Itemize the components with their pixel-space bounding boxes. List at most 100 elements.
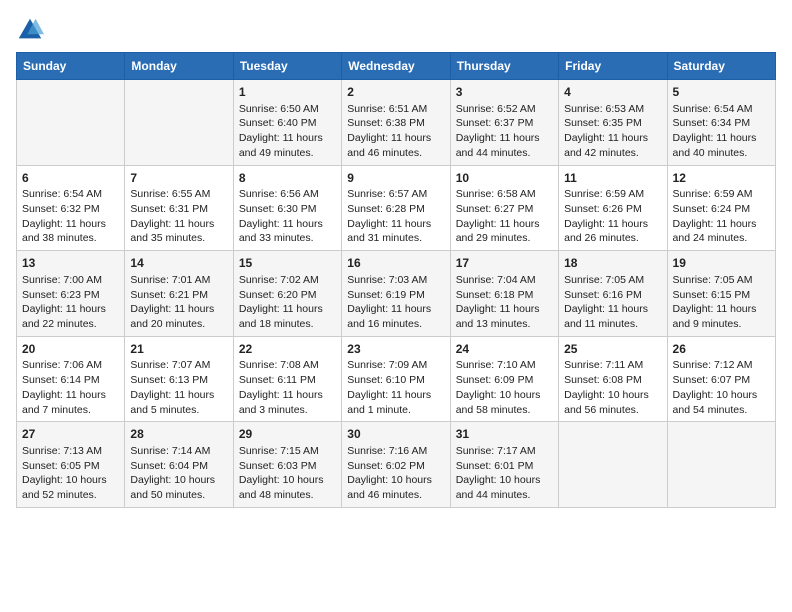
day-number: 7 [130, 170, 227, 187]
calendar-cell: 10Sunrise: 6:58 AMSunset: 6:27 PMDayligh… [450, 165, 558, 251]
day-info: Daylight: 11 hours and 13 minutes. [456, 302, 553, 331]
day-info: Sunset: 6:20 PM [239, 288, 336, 303]
day-number: 17 [456, 255, 553, 272]
calendar-cell: 31Sunrise: 7:17 AMSunset: 6:01 PMDayligh… [450, 422, 558, 508]
day-number: 9 [347, 170, 444, 187]
calendar-cell: 21Sunrise: 7:07 AMSunset: 6:13 PMDayligh… [125, 336, 233, 422]
day-number: 30 [347, 426, 444, 443]
calendar-table: SundayMondayTuesdayWednesdayThursdayFrid… [16, 52, 776, 508]
day-number: 1 [239, 84, 336, 101]
day-info: Daylight: 11 hours and 44 minutes. [456, 131, 553, 160]
calendar-week-3: 13Sunrise: 7:00 AMSunset: 6:23 PM Dayligh… [17, 251, 776, 337]
day-info: Daylight: 11 hours and 46 minutes. [347, 131, 444, 160]
day-info: Sunset: 6:01 PM [456, 459, 553, 474]
day-info: Sunrise: 7:15 AM [239, 444, 336, 459]
day-info: Daylight: 10 hours and 44 minutes. [456, 473, 553, 502]
calendar-week-2: 6Sunrise: 6:54 AMSunset: 6:32 PMDaylight… [17, 165, 776, 251]
header-thursday: Thursday [450, 53, 558, 80]
day-info: Sunset: 6:18 PM [456, 288, 553, 303]
day-info: Sunrise: 6:58 AM [456, 187, 553, 202]
day-info: Sunset: 6:08 PM [564, 373, 661, 388]
calendar-cell: 9Sunrise: 6:57 AMSunset: 6:28 PMDaylight… [342, 165, 450, 251]
day-info: Sunrise: 7:16 AM [347, 444, 444, 459]
header-tuesday: Tuesday [233, 53, 341, 80]
day-info: Sunset: 6:23 PM [22, 288, 119, 303]
day-number: 3 [456, 84, 553, 101]
day-info: Daylight: 11 hours and 16 minutes. [347, 302, 444, 331]
day-info: Daylight: 11 hours and 35 minutes. [130, 217, 227, 246]
day-info: Sunrise: 6:54 AM [673, 102, 770, 117]
day-number: 5 [673, 84, 770, 101]
logo [16, 16, 48, 44]
day-info: Sunset: 6:03 PM [239, 459, 336, 474]
day-info: Sunrise: 7:17 AM [456, 444, 553, 459]
day-info: Daylight: 11 hours and 40 minutes. [673, 131, 770, 160]
day-info: Sunrise: 7:11 AM [564, 358, 661, 373]
calendar-cell: 25Sunrise: 7:11 AMSunset: 6:08 PMDayligh… [559, 336, 667, 422]
day-info: Sunset: 6:28 PM [347, 202, 444, 217]
day-info: Sunset: 6:31 PM [130, 202, 227, 217]
day-info: Sunset: 6:27 PM [456, 202, 553, 217]
day-info: Daylight: 11 hours and 20 minutes. [130, 302, 227, 331]
day-info: Daylight: 11 hours and 7 minutes. [22, 388, 119, 417]
day-number: 11 [564, 170, 661, 187]
day-info: Sunset: 6:30 PM [239, 202, 336, 217]
day-info: Sunrise: 6:52 AM [456, 102, 553, 117]
day-info: Sunset: 6:16 PM [564, 288, 661, 303]
day-info: Daylight: 11 hours and 18 minutes. [239, 302, 336, 331]
day-info: Sunset: 6:13 PM [130, 373, 227, 388]
day-info: Sunrise: 7:05 AM [564, 273, 661, 288]
calendar-cell: 17Sunrise: 7:04 AMSunset: 6:18 PMDayligh… [450, 251, 558, 337]
day-info: Daylight: 10 hours and 50 minutes. [130, 473, 227, 502]
calendar-cell: 7Sunrise: 6:55 AMSunset: 6:31 PMDaylight… [125, 165, 233, 251]
day-info: Daylight: 11 hours and 24 minutes. [673, 217, 770, 246]
calendar-cell: 23Sunrise: 7:09 AMSunset: 6:10 PMDayligh… [342, 336, 450, 422]
day-info: Daylight: 11 hours and 1 minute. [347, 388, 444, 417]
calendar-cell: 4Sunrise: 6:53 AMSunset: 6:35 PMDaylight… [559, 80, 667, 166]
day-info: Daylight: 10 hours and 58 minutes. [456, 388, 553, 417]
calendar-cell [559, 422, 667, 508]
calendar-cell: 8Sunrise: 6:56 AMSunset: 6:30 PMDaylight… [233, 165, 341, 251]
day-info: Sunrise: 6:51 AM [347, 102, 444, 117]
day-number: 13 [22, 255, 119, 272]
header-friday: Friday [559, 53, 667, 80]
day-number: 31 [456, 426, 553, 443]
day-info: Sunrise: 7:14 AM [130, 444, 227, 459]
day-number: 18 [564, 255, 661, 272]
day-info: Sunrise: 7:07 AM [130, 358, 227, 373]
day-info: Daylight: 11 hours and 38 minutes. [22, 217, 119, 246]
day-info: Sunrise: 6:59 AM [564, 187, 661, 202]
day-number: 15 [239, 255, 336, 272]
day-number: 25 [564, 341, 661, 358]
day-info: Daylight: 11 hours and 3 minutes. [239, 388, 336, 417]
page-header [16, 16, 776, 44]
day-info: Sunrise: 7:06 AM [22, 358, 119, 373]
header-wednesday: Wednesday [342, 53, 450, 80]
day-info: Sunrise: 7:03 AM [347, 273, 444, 288]
calendar-cell: 28Sunrise: 7:14 AMSunset: 6:04 PMDayligh… [125, 422, 233, 508]
day-info: Daylight: 11 hours and 9 minutes. [673, 302, 770, 331]
day-info: Daylight: 11 hours and 49 minutes. [239, 131, 336, 160]
day-info: Sunset: 6:26 PM [564, 202, 661, 217]
calendar-cell: 12Sunrise: 6:59 AMSunset: 6:24 PMDayligh… [667, 165, 775, 251]
day-number: 4 [564, 84, 661, 101]
day-number: 29 [239, 426, 336, 443]
day-info: Daylight: 10 hours and 46 minutes. [347, 473, 444, 502]
day-number: 19 [673, 255, 770, 272]
calendar-cell: 18Sunrise: 7:05 AMSunset: 6:16 PMDayligh… [559, 251, 667, 337]
day-info: Sunset: 6:37 PM [456, 116, 553, 131]
day-info: Daylight: 11 hours and 26 minutes. [564, 217, 661, 246]
day-info: Sunset: 6:10 PM [347, 373, 444, 388]
day-info: Sunset: 6:38 PM [347, 116, 444, 131]
day-info: Daylight: 11 hours and 11 minutes. [564, 302, 661, 331]
calendar-cell: 6Sunrise: 6:54 AMSunset: 6:32 PMDaylight… [17, 165, 125, 251]
calendar-cell: 3Sunrise: 6:52 AMSunset: 6:37 PMDaylight… [450, 80, 558, 166]
day-info: Daylight: 10 hours and 48 minutes. [239, 473, 336, 502]
day-info: Sunrise: 7:00 AM [22, 273, 119, 288]
day-info: Daylight: 11 hours and 29 minutes. [456, 217, 553, 246]
day-info: Sunrise: 7:09 AM [347, 358, 444, 373]
calendar-header-row: SundayMondayTuesdayWednesdayThursdayFrid… [17, 53, 776, 80]
day-number: 8 [239, 170, 336, 187]
calendar-cell: 5Sunrise: 6:54 AMSunset: 6:34 PMDaylight… [667, 80, 775, 166]
day-number: 10 [456, 170, 553, 187]
